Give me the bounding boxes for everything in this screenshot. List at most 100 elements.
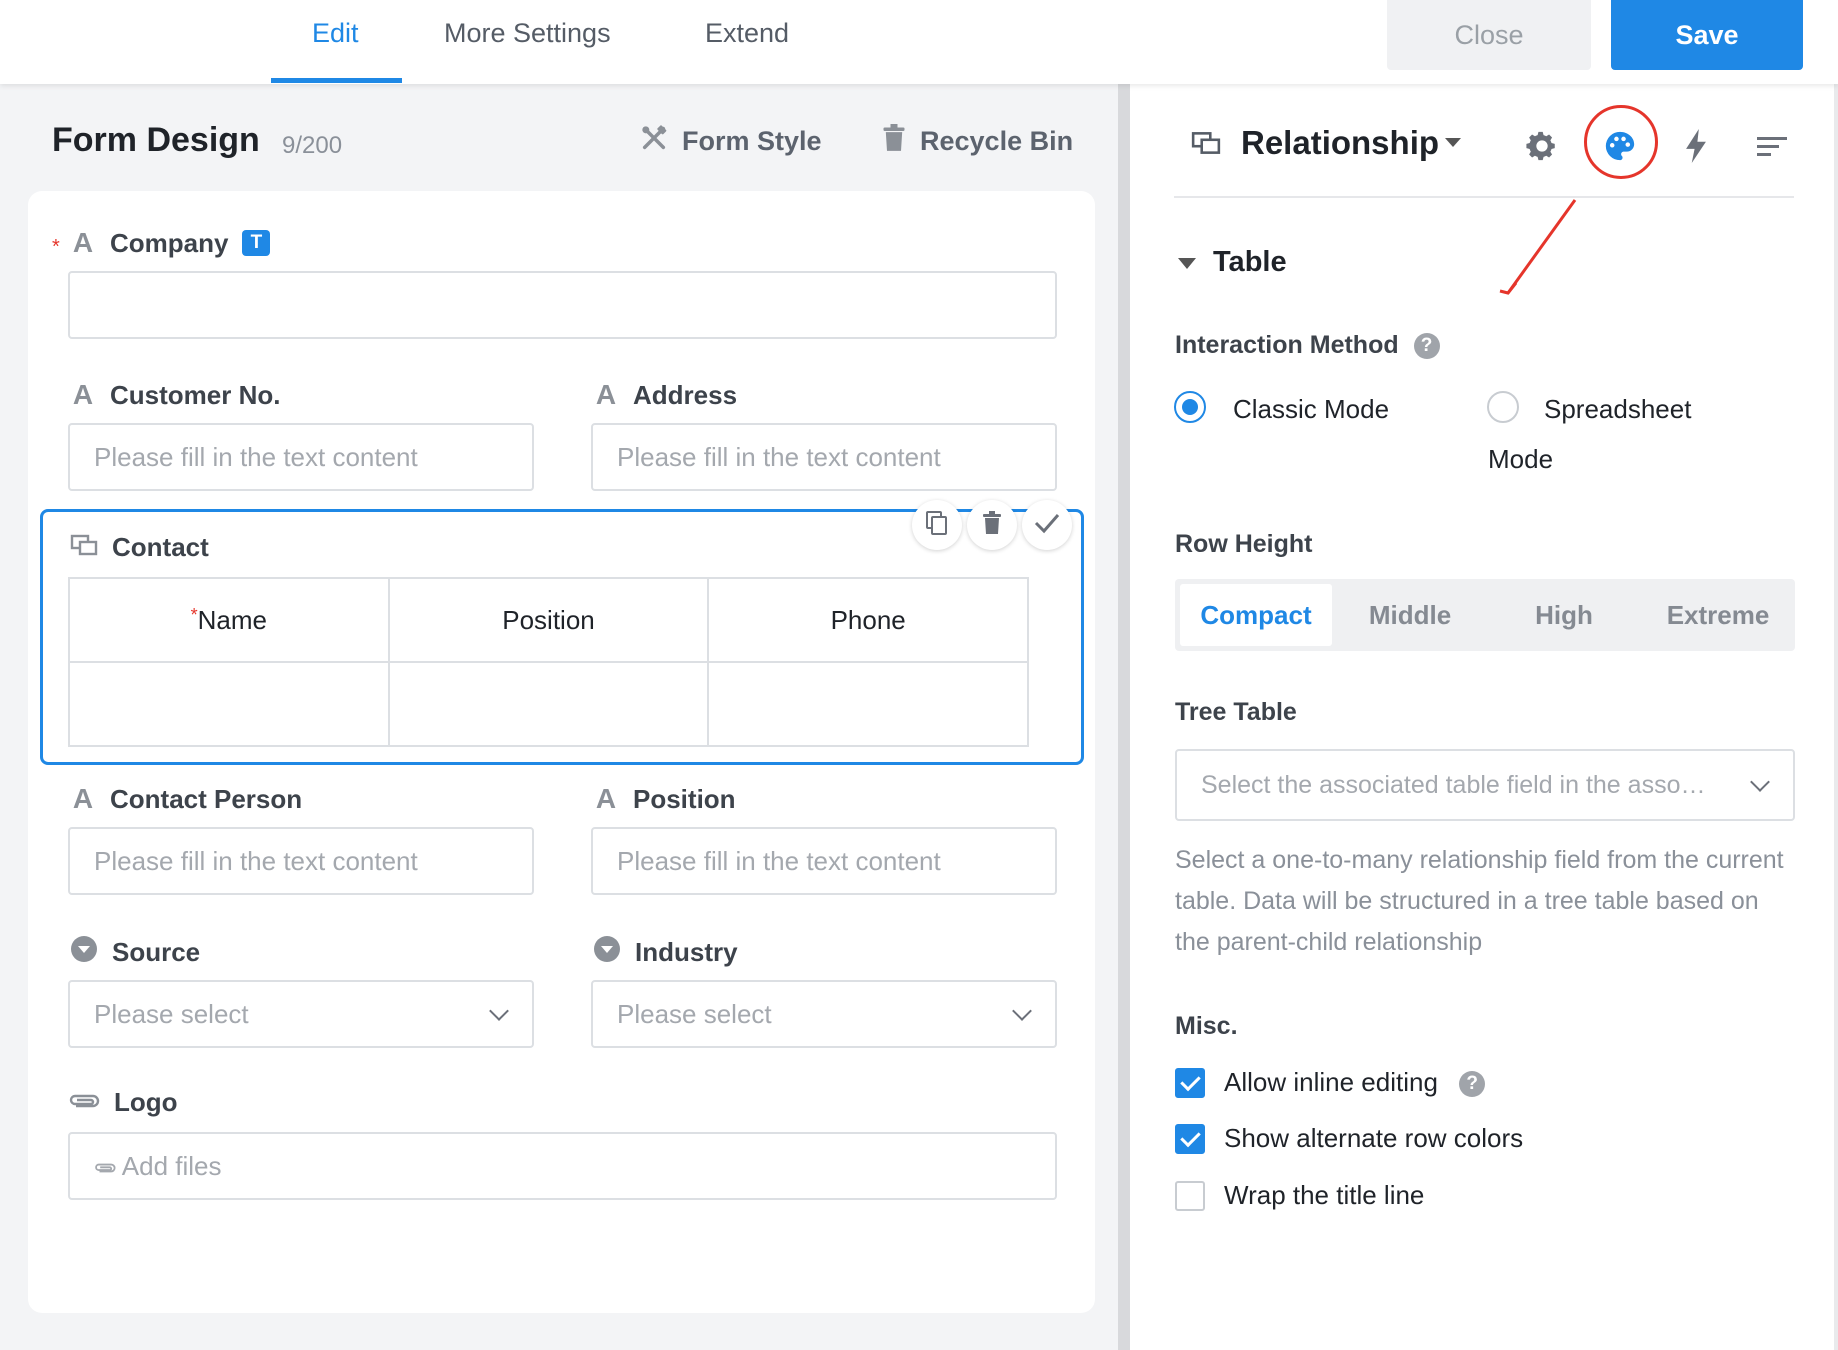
section-title-table[interactable]: Table [1213,246,1287,279]
address-input[interactable]: Please fill in the text content [591,423,1057,491]
alternate-row-colors-checkbox[interactable] [1175,1124,1205,1154]
alternate-row-colors-label[interactable]: Show alternate row colors [1224,1123,1523,1154]
tab-edit[interactable]: Edit [312,18,359,84]
field-label-contact-person[interactable]: A Contact Person [70,783,302,815]
logo-upload[interactable]: Add files [68,1132,1057,1200]
sort-lines-icon[interactable] [1750,124,1794,168]
address-label: Address [633,379,738,410]
dropdown-field-icon [593,935,621,970]
contact-person-input[interactable]: Please fill in the text content [68,827,534,895]
contact-person-label: Contact Person [110,783,303,814]
column-header-phone[interactable]: Phone [707,577,1029,663]
logo-label: Logo [114,1087,178,1117]
field-label-address[interactable]: A Address [593,379,737,411]
contact-subtable: *Name Position Phone [68,577,1029,747]
title-field-badge: T [242,230,271,256]
field-label-source[interactable]: Source [70,935,200,970]
customer-no-input[interactable]: Please fill in the text content [68,423,534,491]
spreadsheet-mode-label[interactable]: Spreadsheet [1544,394,1691,425]
help-icon[interactable]: ? [1459,1071,1486,1098]
spreadsheet-mode-label-cont[interactable]: Mode [1488,444,1553,475]
tree-table-label: Tree Table [1175,698,1297,726]
classic-mode-label[interactable]: Classic Mode [1233,394,1389,425]
wrap-title-line-checkbox[interactable] [1175,1181,1205,1211]
help-icon[interactable]: ? [1413,333,1440,360]
page-title: Form Design [52,121,260,159]
position-input[interactable]: Please fill in the text content [591,827,1057,895]
lightning-icon[interactable] [1674,124,1718,168]
field-label-industry[interactable]: Industry [593,935,738,970]
copy-field-button[interactable] [912,500,962,550]
classic-mode-radio[interactable] [1174,391,1206,423]
row-height-middle[interactable]: Middle [1334,584,1486,646]
highlight-circle [1584,105,1658,179]
field-label-company[interactable]: A Company T [70,227,271,259]
chevron-down-icon [489,1001,509,1021]
trash-icon [882,124,906,159]
confirm-field-button[interactable] [1022,500,1072,550]
allow-inline-editing-text: Allow inline editing [1224,1067,1438,1097]
add-files-label: Add files [121,1151,222,1181]
form-style-button[interactable]: Form Style [640,124,822,159]
attachment-icon [68,1087,100,1118]
panel-resizer[interactable] [1118,84,1130,1350]
source-select[interactable]: Please select [68,980,534,1048]
industry-select[interactable]: Please select [591,980,1057,1048]
check-icon [1034,512,1060,539]
field-count: 9/200 [282,132,343,159]
column-header-name[interactable]: *Name [68,577,390,663]
required-marker: * [52,236,60,258]
caret-down-icon[interactable] [1445,138,1461,147]
row-height-label: Row Height [1175,530,1313,558]
trash-icon [982,510,1002,540]
text-field-icon: A [595,379,617,410]
dropdown-field-icon [70,935,98,970]
field-label-position[interactable]: A Position [593,783,736,815]
source-placeholder: Please select [94,999,249,1029]
tab-more-settings[interactable]: More Settings [444,18,611,84]
spreadsheet-mode-radio[interactable] [1487,391,1519,423]
contact-label: Contact [112,532,209,562]
field-type-title[interactable]: Relationship [1241,124,1439,162]
allow-inline-editing-checkbox[interactable] [1175,1068,1205,1098]
industry-label: Industry [635,937,738,967]
annotation-arrow-icon [1499,199,1577,295]
delete-field-button[interactable] [967,500,1017,550]
field-label-customer-no[interactable]: A Customer No. [70,379,281,411]
misc-label: Misc. [1175,1012,1238,1040]
active-tab-indicator [271,78,402,83]
tree-table-select[interactable]: Select the associated table field in the… [1175,749,1795,821]
source-label: Source [112,937,201,967]
position-label: Position [633,783,736,814]
company-label: Company [110,227,229,258]
interaction-method-text: Interaction Method [1175,331,1399,359]
row-height-compact[interactable]: Compact [1180,584,1332,646]
text-field-icon: A [595,783,617,814]
required-marker: * [190,604,198,625]
table-cell[interactable] [387,661,710,747]
collapse-caret-icon[interactable] [1178,258,1196,269]
column-header-position[interactable]: Position [387,577,710,663]
close-button[interactable]: Close [1387,0,1591,70]
gear-icon[interactable] [1520,124,1564,168]
recycle-bin-button[interactable]: Recycle Bin [882,124,1073,159]
recycle-bin-label: Recycle Bin [920,126,1074,156]
save-button[interactable]: Save [1611,0,1803,70]
row-height-segmented: Compact Middle High Extreme [1175,579,1795,651]
text-field-icon: A [72,379,94,410]
table-row [68,661,1029,747]
field-label-contact[interactable]: Contact [70,532,209,563]
relationship-icon [1191,131,1221,160]
allow-inline-editing-label[interactable]: Allow inline editing ? [1224,1067,1486,1098]
wrap-title-line-label[interactable]: Wrap the title line [1224,1180,1424,1211]
table-cell[interactable] [68,661,390,747]
form-style-label: Form Style [682,126,822,156]
text-field-icon: A [72,227,94,258]
row-height-extreme[interactable]: Extreme [1642,584,1794,646]
tab-extend[interactable]: Extend [705,18,789,84]
row-height-high[interactable]: High [1488,584,1640,646]
company-input[interactable] [68,271,1057,339]
industry-placeholder: Please select [617,999,772,1029]
table-cell[interactable] [707,661,1029,747]
field-label-logo[interactable]: Logo [68,1087,178,1118]
